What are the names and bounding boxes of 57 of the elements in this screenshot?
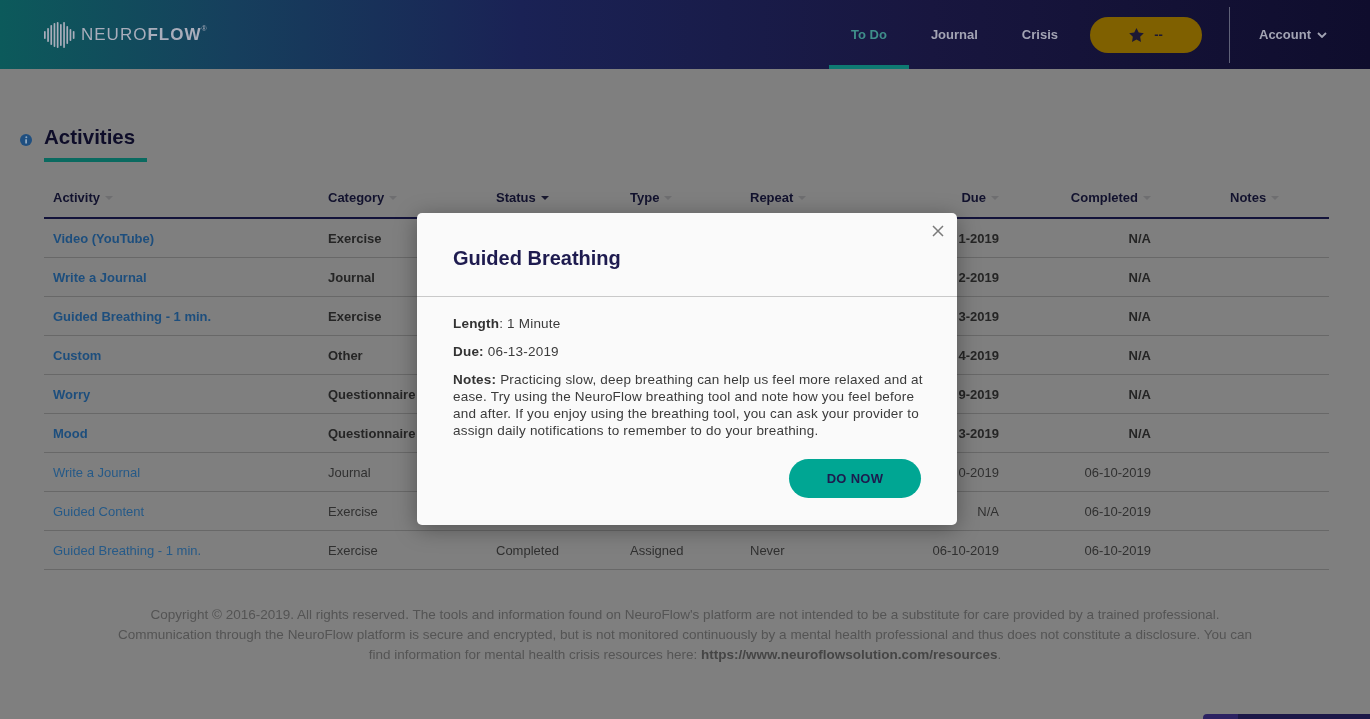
do-now-button[interactable]: DO NOW — [789, 459, 921, 498]
close-icon — [932, 225, 944, 237]
table-cell: 0-2019 — [958, 464, 999, 480]
star-icon — [1129, 27, 1145, 42]
modal-detail: Notes: Practicing slow, deep breathing can help us feel more relaxed and at ease. Try using the NeuroFlow breathing tool and note how you feel before and after. If you enjoy using the breathing tool, you can ask your provider to assign daily notifications to remember to do your breathing. — [453, 371, 924, 439]
table-cell: N/A — [977, 503, 999, 519]
table-cell: N/A — [1128, 269, 1151, 285]
table-cell: 06-10-2019 — [932, 542, 999, 558]
table-cell: Completed — [496, 542, 559, 558]
account-menu[interactable]: Account — [1259, 27, 1327, 42]
section-title: Activities — [44, 124, 136, 150]
table-cell: 06-10-2019 — [1084, 464, 1151, 480]
table-cell: 9-2019 — [958, 386, 999, 402]
table-cell: 3-2019 — [958, 425, 999, 441]
logo-wordmark: NEUROFLOW$^{®}$ — [81, 24, 207, 45]
info-icon[interactable] — [20, 133, 32, 146]
nav-tab[interactable]: Journal — [908, 0, 1000, 69]
modal-detail: Length: 1 Minute — [453, 315, 562, 332]
column-header[interactable]: Due — [961, 190, 999, 205]
column-header[interactable]: Type — [630, 190, 673, 205]
chevron-down-icon — [1317, 31, 1327, 38]
column-header[interactable]: Notes — [1230, 190, 1280, 205]
column-header[interactable]: Status — [496, 190, 549, 205]
table-cell: Exercise — [328, 503, 378, 519]
column-header[interactable]: Category — [328, 190, 398, 205]
table-cell: 3-2019 — [958, 308, 999, 324]
modal-title: Guided Breathing — [453, 246, 622, 270]
table-cell: N/A — [1128, 386, 1151, 402]
table-cell: Other — [328, 347, 363, 363]
table-cell: N/A — [1128, 230, 1151, 246]
table-cell: 1-2019 — [958, 230, 999, 246]
modal-detail: Due: 06-13-2019 — [453, 343, 560, 360]
table-cell: N/A — [1128, 347, 1151, 363]
table-cell: 06-10-2019 — [1084, 542, 1151, 558]
nav-tab[interactable]: Crisis — [999, 0, 1080, 69]
table-cell: Assigned — [630, 542, 684, 558]
close-button[interactable] — [932, 225, 944, 237]
table-cell: Exercise — [328, 230, 382, 246]
resources-link[interactable]: https://www.neuroflowsolution.com/resources — [701, 647, 998, 662]
table-cell: 06-10-2019 — [1084, 503, 1151, 519]
table-cell: Journal — [328, 269, 375, 285]
table-cell: Exercise — [328, 308, 382, 324]
nav-tab[interactable]: To Do — [829, 0, 909, 69]
points-button[interactable]: -- — [1090, 16, 1202, 53]
waveform-logo-icon — [44, 21, 75, 48]
table-cell: Never — [750, 542, 785, 558]
table-cell: Exercise — [328, 542, 378, 558]
column-header[interactable]: Activity — [53, 190, 113, 205]
table-cell: N/A — [1128, 308, 1151, 324]
column-header[interactable]: Repeat — [750, 190, 807, 205]
table-cell: Questionnaire — [328, 386, 416, 402]
table-cell: N/A — [1128, 425, 1151, 441]
column-header[interactable]: Completed — [1070, 190, 1151, 205]
table-cell: 2-2019 — [958, 269, 999, 285]
table-cell: Journal — [328, 464, 371, 480]
table-cell: Questionnaire — [328, 425, 416, 441]
table-cell: 4-2019 — [958, 347, 999, 363]
